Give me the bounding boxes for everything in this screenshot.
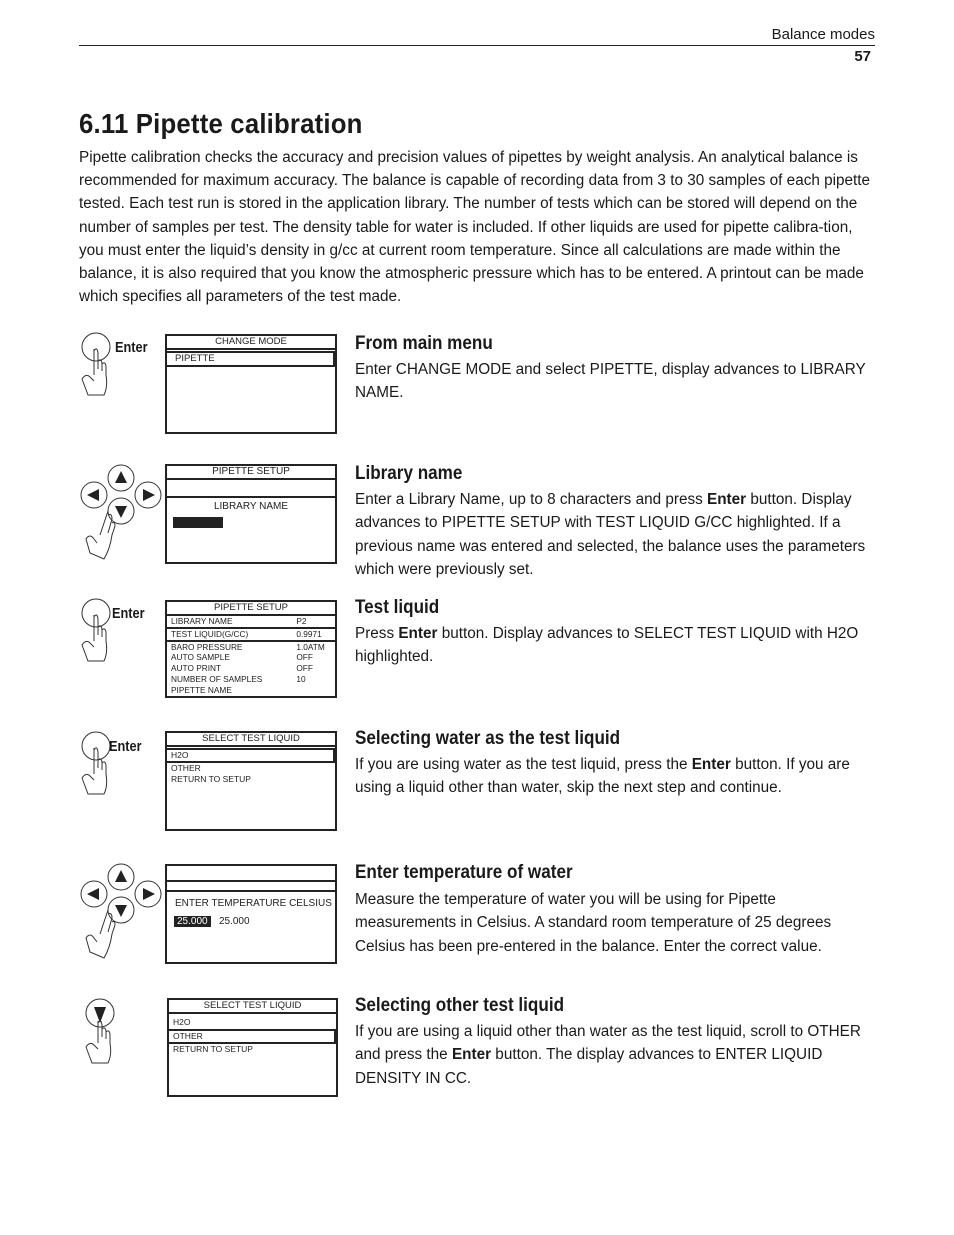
lcd-header: PIPETTE SETUP: [167, 466, 335, 480]
setup-row: AUTO PRINT OFF: [167, 663, 335, 674]
header-rule: [79, 45, 875, 46]
setup-label: AUTO PRINT: [171, 663, 222, 674]
right-arrow-icon: [143, 489, 155, 501]
setup-label: BARO PRESSURE: [171, 641, 243, 652]
setup-table: LIBRARY NAME P2 TEST LIQUID(G/CC) 0.9971 B…: [167, 616, 335, 696]
arrow-keypad-icon: [80, 863, 162, 959]
lcd-input-cursor: [173, 517, 223, 528]
lcd-header: [167, 866, 335, 882]
section-heading-temperature: Enter temperature of water: [355, 862, 573, 883]
page-title: 6.11 Pipette calibration: [79, 108, 363, 139]
setup-value: 1.0ATM: [296, 641, 325, 652]
lcd-pipette-setup: PIPETTE SETUP LIBRARY NAME P2 TEST LIQUID…: [165, 600, 337, 698]
lcd-header: SELECT TEST LIQUID: [167, 733, 335, 747]
section-text-other-liquid: If you are using a liquid other than wat…: [355, 1020, 880, 1090]
lcd-row: RETURN TO SETUP: [173, 1044, 253, 1054]
setup-value: [292, 685, 335, 696]
down-arrow-icon: [115, 905, 127, 917]
setup-label: AUTO SAMPLE: [171, 652, 230, 663]
setup-row: BARO PRESSURE 1.0ATM: [167, 641, 335, 653]
lcd-library-name: PIPETTE SETUP LIBRARY NAME: [165, 464, 337, 564]
lcd-row-selected: H2O: [167, 748, 335, 763]
setup-value: P2: [296, 616, 307, 626]
lcd-row: OTHER: [171, 763, 201, 773]
lcd-header: PIPETTE SETUP: [167, 602, 335, 616]
lcd-row: H2O: [173, 1017, 191, 1027]
section-text-test-liquid: Press Enter button. Display advances to …: [355, 622, 880, 669]
lcd-value-row: 25.000 25.000: [167, 916, 335, 927]
text-part: Press: [355, 625, 399, 642]
left-arrow-icon: [87, 489, 99, 501]
lcd-row-selected: OTHER: [169, 1029, 336, 1044]
enter-key-label: Enter: [115, 339, 148, 356]
up-arrow-icon: [115, 471, 127, 483]
setup-row-selected: TEST LIQUID(G/CC) 0.9971: [167, 626, 335, 642]
lcd-gap: [167, 480, 335, 498]
temperature-current: 25.000: [218, 916, 250, 927]
setup-label: TEST LIQUID(G/CC): [167, 626, 293, 642]
section-text-library-name: Enter a Library Name, up to 8 characters…: [355, 488, 880, 581]
running-header-section: Balance modes: [771, 26, 875, 43]
lcd-select-test-liquid: SELECT TEST LIQUID H2O OTHER RETURN TO S…: [165, 731, 337, 831]
section-text-water: If you are using water as the test liqui…: [355, 753, 880, 800]
setup-label: LIBRARY NAME: [171, 616, 233, 626]
setup-row: PIPETTE NAME: [167, 685, 335, 696]
temperature-input: 25.000: [174, 916, 211, 927]
text-part: Enter a Library Name, up to 8 characters…: [355, 491, 708, 508]
lcd-change-mode: CHANGE MODE PIPETTE: [165, 334, 337, 434]
enter-keyword: Enter: [707, 491, 747, 508]
intro-paragraph: Pipette calibration checks the accuracy …: [79, 149, 871, 306]
lcd-row: RETURN TO SETUP: [171, 774, 251, 784]
setup-value: 0.9971: [292, 626, 335, 642]
enter-keyword: Enter: [398, 625, 438, 642]
down-arrow-icon: [115, 506, 127, 518]
enter-key-label: Enter: [109, 738, 142, 755]
enter-keyword: Enter: [691, 756, 731, 773]
section-heading-other-liquid: Selecting other test liquid: [355, 995, 565, 1016]
section-heading-test-liquid: Test liquid: [355, 597, 440, 618]
arrow-keypad-icon: [80, 464, 162, 560]
text-part: If you are using water as the test liqui…: [355, 756, 692, 773]
section-heading-library-name: Library name: [355, 463, 463, 484]
setup-value: OFF: [296, 652, 313, 663]
enter-key-label: Enter: [112, 605, 145, 622]
lcd-header: CHANGE MODE: [167, 336, 335, 350]
left-arrow-icon: [87, 888, 99, 900]
section-heading-water: Selecting water as the test liquid: [355, 728, 621, 749]
setup-value: OFF: [296, 663, 313, 674]
down-button-press-icon: [85, 998, 115, 1064]
lcd-header: SELECT TEST LIQUID: [169, 1000, 336, 1014]
lcd-enter-temperature: ENTER TEMPERATURE CELSIUS 25.000 25.000: [165, 864, 337, 964]
setup-label: PIPETTE NAME: [171, 684, 232, 695]
lcd-gap: [167, 882, 335, 892]
lcd-select-other-liquid: SELECT TEST LIQUID H2O OTHER RETURN TO S…: [167, 998, 338, 1097]
section-text-temperature: Measure the temperature of water you wil…: [355, 891, 832, 955]
setup-value: 10: [296, 673, 306, 684]
setup-label: NUMBER OF SAMPLES: [171, 673, 263, 684]
lcd-row-selected: PIPETTE: [167, 351, 335, 367]
section-heading-main-menu: From main menu: [355, 333, 493, 354]
lcd-prompt: LIBRARY NAME: [213, 501, 289, 512]
up-arrow-icon: [115, 870, 127, 882]
enter-keyword: Enter: [451, 1046, 492, 1064]
setup-row: AUTO SAMPLE OFF: [167, 652, 335, 663]
setup-row: NUMBER OF SAMPLES 10: [167, 674, 335, 685]
section-text-main-menu: Enter CHANGE MODE and select PIPETTE, di…: [355, 361, 866, 402]
enter-button-press-icon: [81, 332, 111, 396]
right-arrow-icon: [143, 888, 155, 900]
lcd-prompt: ENTER TEMPERATURE CELSIUS: [175, 898, 332, 909]
setup-row: LIBRARY NAME P2: [167, 616, 335, 628]
page-number: 57: [854, 48, 871, 65]
